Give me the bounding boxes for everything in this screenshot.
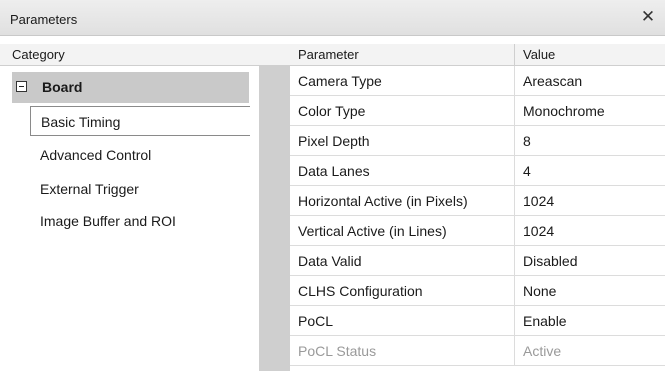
category-header-label: Category <box>12 47 65 62</box>
parameter-name: PoCL Status <box>298 343 377 359</box>
category-header: Category <box>0 44 260 66</box>
category-item-image-buffer-roi[interactable]: Image Buffer and ROI <box>30 206 249 236</box>
parameter-header[interactable]: Parameter <box>290 44 515 66</box>
category-item-label: Advanced Control <box>40 147 152 163</box>
parameter-name: Camera Type <box>298 73 382 89</box>
table-row[interactable]: Vertical Active (in Lines) 1024 <box>290 216 665 246</box>
parameter-value[interactable]: Enable <box>523 306 567 336</box>
table-row[interactable]: Camera Type Areascan <box>290 66 665 96</box>
parameter-value[interactable]: 1024 <box>523 186 554 216</box>
table-row[interactable]: Data Lanes 4 <box>290 156 665 186</box>
category-item-label: Image Buffer and ROI <box>40 213 176 229</box>
parameter-value[interactable]: 1024 <box>523 216 554 246</box>
parameter-value[interactable]: Disabled <box>523 246 577 276</box>
parameter-name: Vertical Active (in Lines) <box>298 223 447 239</box>
table-row[interactable]: Data Valid Disabled <box>290 246 665 276</box>
category-item-label: External Trigger <box>40 181 139 197</box>
parameter-grid: Camera Type Areascan Color Type Monochro… <box>290 66 665 366</box>
close-icon[interactable]: ✕ <box>639 8 657 26</box>
category-group-board[interactable]: Board <box>12 72 249 103</box>
gutter-header <box>260 44 290 66</box>
parameter-value[interactable]: None <box>523 276 556 306</box>
parameter-value[interactable]: 8 <box>523 126 531 156</box>
row-gutter <box>260 66 290 371</box>
parameter-value[interactable]: 4 <box>523 156 531 186</box>
window-title: Parameters <box>10 12 78 27</box>
table-row[interactable]: CLHS Configuration None <box>290 276 665 306</box>
category-item-external-trigger[interactable]: External Trigger <box>30 174 249 204</box>
category-item-advanced-control[interactable]: Advanced Control <box>30 140 249 170</box>
parameter-value: Active <box>523 343 562 359</box>
parameter-name: Data Lanes <box>298 163 370 179</box>
value-header-label: Value <box>523 47 556 62</box>
column-divider <box>514 96 515 126</box>
column-divider <box>514 246 515 276</box>
column-divider <box>514 186 515 216</box>
category-group-label: Board <box>42 79 83 95</box>
table-row[interactable]: PoCL Enable <box>290 306 665 336</box>
category-item-basic-timing[interactable]: Basic Timing <box>30 106 250 136</box>
column-divider <box>514 276 515 306</box>
parameter-value[interactable]: Monochrome <box>523 96 605 126</box>
collapse-icon[interactable] <box>16 81 27 92</box>
parameter-name: Color Type <box>298 103 366 119</box>
title-bar: Parameters ✕ <box>0 0 665 36</box>
parameter-name: CLHS Configuration <box>298 283 423 299</box>
column-divider <box>514 156 515 186</box>
parameter-name: PoCL <box>298 313 334 329</box>
column-divider <box>514 336 515 366</box>
category-tree: Board Basic Timing Advanced Control Exte… <box>0 66 260 371</box>
parameter-name: Horizontal Active (in Pixels) <box>298 193 468 209</box>
parameter-value[interactable]: Areascan <box>523 66 582 96</box>
table-row[interactable]: Horizontal Active (in Pixels) 1024 <box>290 186 665 216</box>
column-divider <box>514 216 515 246</box>
table-row[interactable]: Color Type Monochrome <box>290 96 665 126</box>
value-header[interactable]: Value <box>515 44 665 66</box>
table-row: PoCL Status Active <box>290 336 665 366</box>
column-divider <box>514 126 515 156</box>
parameter-name: Pixel Depth <box>298 133 370 149</box>
parameter-name: Data Valid <box>298 253 362 269</box>
parameter-header-label: Parameter <box>298 47 359 62</box>
column-divider <box>514 306 515 336</box>
table-row[interactable]: Pixel Depth 8 <box>290 126 665 156</box>
column-divider <box>514 66 515 96</box>
category-item-label: Basic Timing <box>41 114 121 130</box>
